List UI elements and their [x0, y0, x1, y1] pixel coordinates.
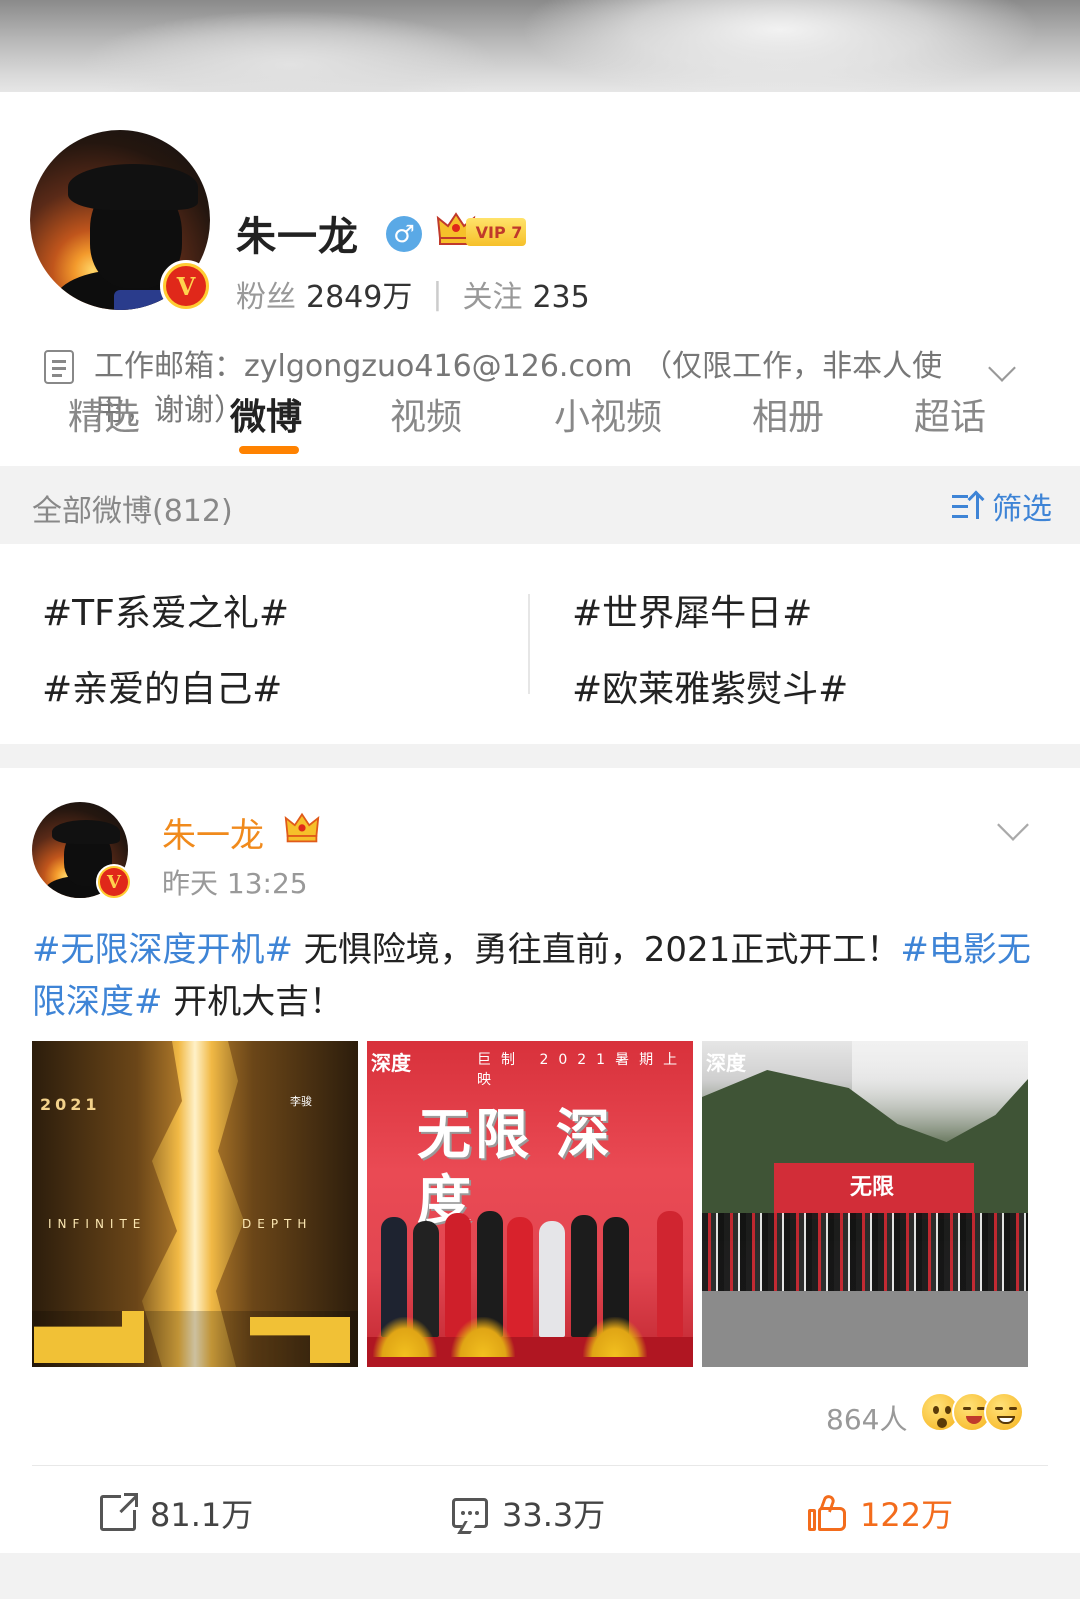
all-posts-count[interactable]: 全部微博(812) — [32, 486, 233, 530]
action-divider — [32, 1465, 1048, 1466]
filter-label: 筛选 — [992, 492, 1052, 527]
photo-banner-text: 巨制 2021暑期上映 — [477, 1052, 688, 1088]
hashtag-link[interactable]: #无限深度开机# — [32, 930, 293, 970]
filter-sort-icon — [952, 490, 988, 521]
repost-count: 81.1万 — [150, 1496, 254, 1534]
topic-link[interactable]: #欧莱雅紫熨斗# — [572, 660, 848, 712]
poster-text: INFINITE — [48, 1217, 147, 1231]
section-gap — [0, 744, 1080, 768]
photo-logo-text: 深度 — [371, 1051, 411, 1075]
topic-link[interactable]: #亲爱的自己# — [42, 660, 282, 712]
topics-divider — [528, 594, 530, 694]
verified-badge-icon: V — [96, 864, 132, 900]
photo-banner-title: 无限 深度 — [417, 1102, 614, 1232]
following-link[interactable]: 关注 235 — [462, 272, 589, 316]
post-author-name[interactable]: 朱一龙 — [162, 808, 264, 857]
photo-logo-text: 深度 — [706, 1051, 746, 1075]
verified-badge-icon: V — [160, 260, 212, 312]
cover-cloud — [80, 10, 500, 92]
poster-year: 2021 — [40, 1095, 101, 1114]
weibo-post: V 朱一龙 昨天 13:25 #无限深度开机# 无惧险境，勇往直前，2021正式… — [0, 768, 1080, 1553]
tab-album[interactable]: 相册 — [752, 388, 824, 440]
filter-bar: 全部微博(812) 筛选 — [0, 466, 1080, 544]
grinning-emoji-icon — [984, 1392, 1024, 1432]
post-photo[interactable]: 无限 深度 — [702, 1041, 1028, 1367]
comment-count: 33.3万 — [502, 1496, 606, 1534]
section-gap — [0, 1553, 1080, 1599]
profile-name: 朱一龙 — [236, 214, 359, 260]
post-timestamp: 昨天 13:25 — [162, 867, 308, 900]
tab-video[interactable]: 视频 — [390, 388, 462, 440]
profile-cover-image — [0, 0, 1080, 92]
tab-super-topic[interactable]: 超话 — [914, 388, 986, 440]
vip-level-badge[interactable]: VIP 7 — [466, 218, 526, 246]
topic-link[interactable]: #世界犀牛日# — [572, 584, 812, 636]
filter-button[interactable]: 筛选 — [952, 484, 1052, 528]
repost-button[interactable]: 81.1万 — [100, 1490, 253, 1536]
crown-icon — [284, 812, 320, 843]
male-gender-icon: ♂ — [386, 216, 422, 252]
post-text-segment: 无惧险境，勇往直前，2021正式开工！ — [292, 930, 901, 970]
cover-cloud — [520, 0, 1040, 92]
stats-divider: | — [432, 276, 443, 312]
poster-name: 李骏 — [290, 1095, 312, 1108]
share-icon — [100, 1492, 139, 1531]
post-photo[interactable]: 深度 巨制 2021暑期上映 无限 深度 — [367, 1041, 693, 1367]
like-button[interactable]: 122万 — [808, 1490, 953, 1536]
comment-icon — [452, 1498, 488, 1528]
tab-featured[interactable]: 精选 — [68, 388, 140, 440]
photo-stage-text: 无限 — [850, 1175, 895, 1200]
profile-stats: 粉丝 2849万 | 关注 235 — [236, 272, 590, 316]
thumbs-up-icon — [808, 1493, 846, 1531]
comment-button[interactable]: 33.3万 — [452, 1490, 605, 1536]
active-tab-indicator — [239, 446, 299, 454]
profile-tabs: 精选 微博 视频 小视频 相册 超话 — [0, 374, 1080, 466]
post-text-segment: 开机大吉！ — [162, 982, 344, 1022]
tab-short-video[interactable]: 小视频 — [554, 388, 662, 440]
post-menu-chevron-down-icon[interactable] — [997, 809, 1029, 841]
topic-link[interactable]: #TF系爱之礼# — [42, 584, 289, 636]
reaction-count[interactable]: 864人 — [826, 1398, 907, 1438]
tab-weibo[interactable]: 微博 — [230, 388, 302, 440]
followers-link[interactable]: 粉丝 2849万 — [236, 272, 412, 316]
pinned-topics: #TF系爱之礼# #世界犀牛日# #亲爱的自己# #欧莱雅紫熨斗# — [0, 544, 1080, 744]
like-count: 122万 — [860, 1496, 954, 1534]
poster-text: DEPTH — [242, 1217, 313, 1231]
post-text: #无限深度开机# 无惧险境，勇往直前，2021正式开工！#电影无限深度# 开机大… — [32, 924, 1032, 1028]
post-photo[interactable]: 2021 INFINITE DEPTH 李骏 — [32, 1041, 358, 1367]
